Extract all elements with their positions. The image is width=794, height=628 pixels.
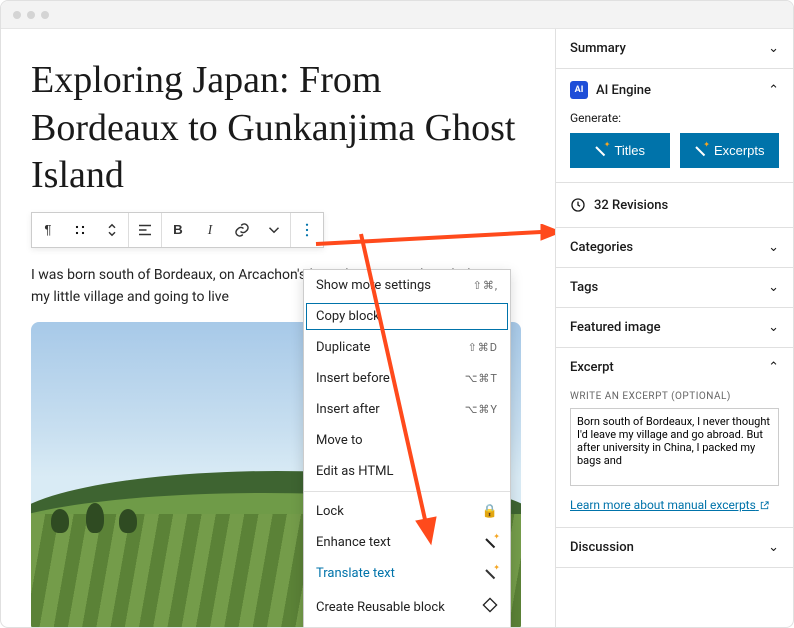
menu-label: Show more settings [316, 278, 431, 293]
panel-ai-engine[interactable]: AI AI Engine ⌃ [556, 69, 793, 111]
menu-label: Enhance text [316, 535, 391, 550]
menu-label: Copy block [316, 309, 380, 324]
menu-translate-text[interactable]: Translate text [304, 558, 510, 589]
chevron-down-icon: ⌄ [768, 240, 779, 255]
wand-sparkle-icon [694, 144, 708, 158]
panel-discussion[interactable]: Discussion ⌄ [556, 528, 793, 567]
link-button[interactable] [226, 213, 258, 247]
panel-title: Featured image [570, 320, 661, 335]
panel-summary[interactable]: Summary ⌄ [556, 29, 793, 68]
move-updown-button[interactable] [96, 213, 128, 247]
app-window: Exploring Japan: From Bordeaux to Gunkan… [0, 0, 794, 628]
dropdown-caret-button[interactable] [258, 213, 290, 247]
image-tree [86, 503, 104, 533]
align-button[interactable] [129, 213, 161, 247]
panel-title: AI Engine [596, 83, 651, 98]
panel-categories[interactable]: Categories ⌄ [556, 228, 793, 267]
menu-create-reusable[interactable]: Create Reusable block [304, 589, 510, 625]
drag-handle-button[interactable] [64, 213, 96, 247]
menu-label: Duplicate [316, 340, 370, 355]
menu-copy-block[interactable]: Copy block [304, 301, 510, 332]
editor-area: Exploring Japan: From Bordeaux to Gunkan… [1, 29, 555, 627]
ai-engine-icon: AI [570, 81, 588, 99]
chevron-up-icon: ⌃ [768, 360, 779, 375]
menu-divider [304, 491, 510, 492]
window-dot [27, 11, 35, 19]
post-title[interactable]: Exploring Japan: From Bordeaux to Gunkan… [31, 57, 525, 200]
menu-group[interactable]: Group [304, 625, 510, 627]
generate-excerpts-button[interactable]: Excerpts [680, 133, 780, 168]
external-link-icon [759, 500, 770, 511]
menu-shortcut: ⇧⌘, [473, 279, 498, 292]
block-toolbar: ¶ B I [31, 212, 324, 248]
wand-sparkle-icon [484, 536, 498, 550]
panel-excerpt[interactable]: Excerpt ⌃ [556, 348, 793, 387]
menu-label: Create Reusable block [316, 600, 445, 615]
menu-label: Translate text [316, 566, 395, 581]
excerpt-field-label: WRITE AN EXCERPT (OPTIONAL) [570, 391, 779, 402]
chevron-down-icon: ⌄ [768, 540, 779, 555]
titlebar [1, 1, 793, 29]
window-dot [41, 11, 49, 19]
content: Exploring Japan: From Bordeaux to Gunkan… [1, 29, 793, 627]
window-dot [13, 11, 21, 19]
bold-button[interactable]: B [162, 213, 194, 247]
history-icon [570, 197, 586, 213]
reusable-icon [482, 597, 498, 617]
italic-button[interactable]: I [194, 213, 226, 247]
panel-title: Summary [570, 41, 626, 56]
menu-insert-after[interactable]: Insert after ⌥⌘Y [304, 394, 510, 425]
menu-label: Lock [316, 504, 344, 519]
wand-sparkle-icon [594, 144, 608, 158]
more-options-button[interactable] [291, 213, 323, 247]
menu-label: Edit as HTML [316, 464, 393, 479]
menu-shortcut: ⌥⌘Y [465, 403, 498, 416]
menu-label: Move to [316, 433, 363, 448]
chevron-down-icon: ⌄ [768, 41, 779, 56]
menu-show-more-settings[interactable]: Show more settings ⇧⌘, [304, 270, 510, 301]
chevron-up-icon: ⌃ [768, 83, 779, 98]
menu-enhance-text[interactable]: Enhance text [304, 527, 510, 558]
menu-lock[interactable]: Lock 🔒 [304, 496, 510, 527]
menu-move-to[interactable]: Move to [304, 425, 510, 456]
menu-shortcut: ⌥⌘T [465, 372, 498, 385]
image-tree [51, 509, 69, 533]
wand-sparkle-icon [484, 567, 498, 581]
panel-title: Tags [570, 280, 598, 295]
panel-title: Categories [570, 240, 633, 255]
revisions-label: 32 Revisions [594, 198, 668, 213]
menu-edit-html[interactable]: Edit as HTML [304, 456, 510, 487]
revisions-row[interactable]: 32 Revisions [556, 183, 793, 228]
button-label: Excerpts [714, 143, 765, 158]
panel-featured-image[interactable]: Featured image ⌄ [556, 308, 793, 347]
button-label: Titles [614, 143, 645, 158]
generate-label: Generate: [570, 111, 779, 125]
lock-icon: 🔒 [482, 504, 498, 519]
generate-titles-button[interactable]: Titles [570, 133, 670, 168]
menu-insert-before[interactable]: Insert before ⌥⌘T [304, 363, 510, 394]
menu-duplicate[interactable]: Duplicate ⇧⌘D [304, 332, 510, 363]
learn-more-link[interactable]: Learn more about manual excerpts [570, 498, 770, 512]
settings-sidebar: Summary ⌄ AI AI Engine ⌃ Generate: [555, 29, 793, 627]
annotation-arrow [311, 224, 555, 264]
menu-label: Insert after [316, 402, 380, 417]
chevron-down-icon: ⌄ [768, 320, 779, 335]
paragraph-icon-button[interactable]: ¶ [32, 213, 64, 247]
panel-title: Excerpt [570, 360, 614, 375]
chevron-down-icon: ⌄ [768, 280, 779, 295]
panel-tags[interactable]: Tags ⌄ [556, 268, 793, 307]
image-tree [119, 509, 137, 533]
excerpt-textarea[interactable] [570, 408, 779, 486]
block-options-dropdown: Show more settings ⇧⌘, Copy block Duplic… [303, 269, 511, 627]
menu-shortcut: ⇧⌘D [468, 341, 498, 354]
panel-title: Discussion [570, 540, 634, 555]
menu-label: Insert before [316, 371, 390, 386]
link-text: Learn more about manual excerpts [570, 498, 756, 512]
